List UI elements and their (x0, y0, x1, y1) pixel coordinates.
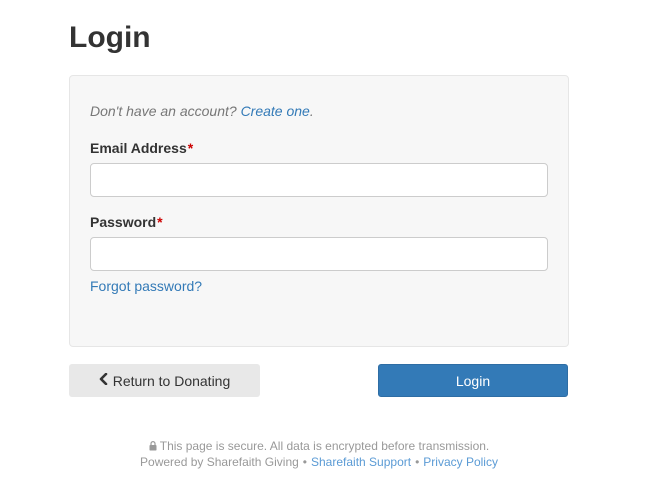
privacy-policy-link[interactable]: Privacy Policy (423, 455, 498, 469)
secure-notice-text: This page is secure. All data is encrypt… (159, 439, 490, 453)
support-link[interactable]: Sharefaith Support (311, 455, 411, 469)
account-prompt: Don't have an account? Create one. (90, 103, 314, 119)
account-prompt-suffix: . (309, 103, 314, 119)
separator: • (302, 455, 307, 469)
chevron-left-icon (99, 372, 108, 388)
required-marker: * (157, 214, 163, 230)
login-panel: Don't have an account? Create one. Email… (69, 75, 569, 347)
password-label-text: Password (90, 214, 157, 230)
login-button[interactable]: Login (378, 364, 568, 397)
footer-links: Powered by Sharefaith Giving • Sharefaith … (0, 455, 638, 469)
password-label: Password* (90, 214, 163, 230)
account-prompt-text: Don't have an account? (90, 103, 237, 119)
secure-notice: This page is secure. All data is encrypt… (0, 439, 638, 454)
return-to-donating-label: Return to Donating (112, 372, 231, 389)
lock-icon (149, 440, 157, 454)
powered-by-text: Powered by Sharefaith Giving (140, 455, 299, 469)
password-field[interactable] (90, 237, 548, 271)
required-marker: * (187, 140, 194, 156)
create-account-link[interactable]: Create one (241, 103, 310, 119)
return-to-donating-button[interactable]: Return to Donating (69, 364, 260, 397)
email-field[interactable] (90, 163, 548, 197)
forgot-password-link[interactable]: Forgot password? (90, 278, 202, 294)
login-page: Login Don't have an account? Create one.… (0, 0, 646, 495)
email-label-text: Email Address (90, 140, 187, 156)
separator: • (415, 455, 420, 469)
email-label: Email Address* (90, 140, 193, 156)
page-title: Login (69, 21, 151, 54)
login-button-label: Login (455, 372, 491, 389)
